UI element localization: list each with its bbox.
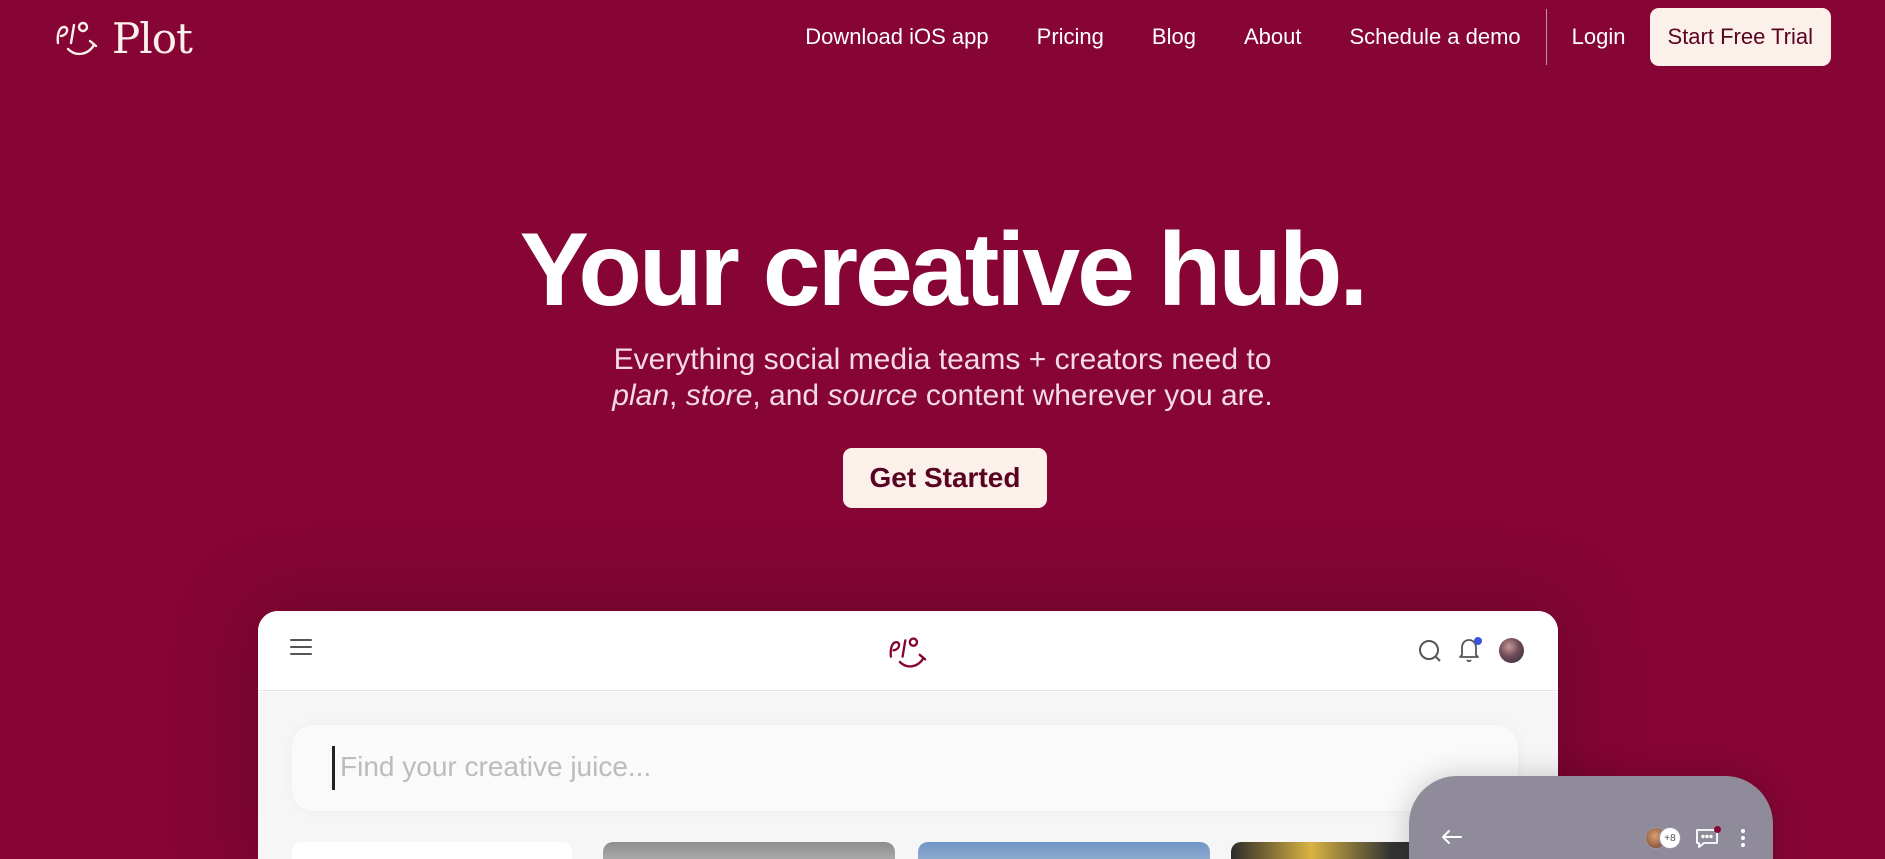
hero-subtitle-line1: Everything social media teams + creators… [613, 343, 1272, 376]
content-card[interactable] [918, 842, 1210, 859]
hero-subtitle-sep2: , and [752, 379, 828, 412]
text-caret [332, 746, 335, 790]
back-arrow-icon[interactable] [1441, 828, 1463, 846]
nav-pricing[interactable]: Pricing [1037, 24, 1104, 50]
collaborator-avatars[interactable]: +8 [1645, 827, 1685, 851]
notification-dot [1474, 637, 1482, 645]
search-icon[interactable] [1418, 639, 1442, 663]
chat-unread-dot [1714, 826, 1721, 833]
get-started-button[interactable]: Get Started [843, 448, 1047, 508]
nav-download-ios[interactable]: Download iOS app [805, 24, 988, 50]
app-preview-window: Find your creative juice... [258, 611, 1558, 859]
start-free-trial-button[interactable]: Start Free Trial [1649, 8, 1831, 66]
nav-divider [1545, 9, 1547, 65]
search-placeholder: Find your creative juice... [340, 751, 652, 782]
content-card[interactable] [603, 842, 895, 859]
hero-subtitle-sep1: , [669, 379, 686, 412]
plot-logo-icon [889, 637, 927, 668]
login-link[interactable]: Login [1572, 24, 1626, 50]
collaborator-count: +8 [1659, 827, 1681, 849]
nav-links: Download iOS app Pricing Blog About Sche… [805, 8, 1831, 66]
nav-about[interactable]: About [1244, 24, 1302, 50]
hero-subtitle-source: source [827, 379, 918, 412]
menu-icon[interactable] [290, 639, 312, 657]
avatar[interactable] [1499, 638, 1524, 663]
hero-subtitle-tail: content wherever you are. [917, 379, 1273, 412]
top-nav: Plot Download iOS app Pricing Blog About… [0, 0, 1885, 78]
hero-subtitle-store: store [685, 379, 753, 412]
content-card[interactable] [1231, 842, 1431, 859]
phone-preview: +8 [1409, 776, 1773, 859]
brand-name: Plot [112, 14, 193, 63]
plot-logo-icon [56, 21, 98, 56]
content-card[interactable] [292, 842, 572, 859]
more-vertical-icon[interactable] [1740, 828, 1746, 848]
hero-subtitle-plan: plan [612, 379, 670, 412]
hero-subtitle: Everything social media teams + creators… [0, 342, 1885, 414]
nav-schedule-demo[interactable]: Schedule a demo [1349, 24, 1520, 50]
app-preview-body: Find your creative juice... [258, 692, 1558, 859]
nav-blog[interactable]: Blog [1152, 24, 1196, 50]
hero-title: Your creative hub. [519, 212, 1369, 328]
creative-search-input[interactable]: Find your creative juice... [292, 725, 1518, 811]
brand-logo[interactable]: Plot [54, 14, 193, 63]
app-preview-header [258, 611, 1558, 691]
